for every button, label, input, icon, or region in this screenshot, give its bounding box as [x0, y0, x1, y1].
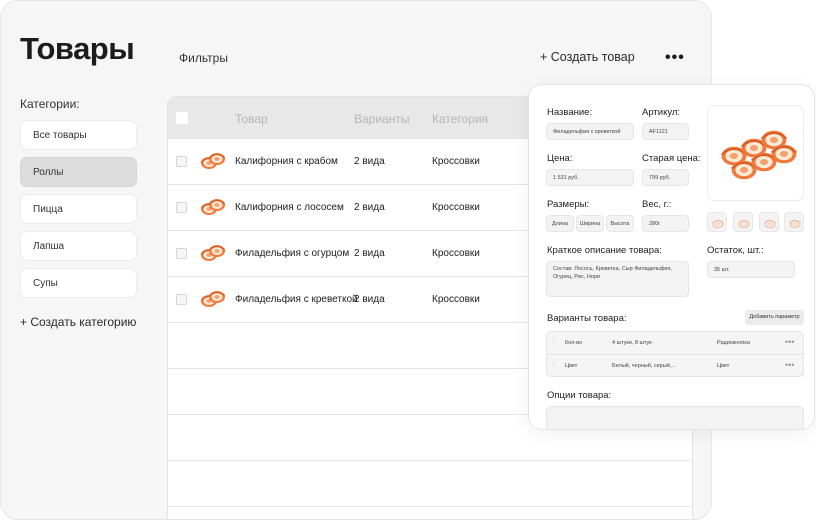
name-field[interactable]: Филадельфия с креветкой	[546, 123, 634, 140]
category-noodles[interactable]: Лапша	[20, 231, 137, 261]
product-category: Кроссовки	[432, 156, 480, 167]
description-field[interactable]: Состав: Лосось, Креветка, Сыр Филадельфи…	[546, 261, 689, 297]
category-rolls[interactable]: Роллы	[20, 157, 137, 187]
old-price-label: Старая цена:	[642, 153, 701, 164]
product-edit-panel: Название: Филадельфия с креветкой Артику…	[528, 84, 815, 430]
product-thumbnail	[201, 198, 225, 216]
stock-label: Остаток, шт.:	[707, 245, 764, 256]
product-thumbnail	[201, 290, 225, 308]
weight-field[interactable]: 280г	[642, 215, 689, 232]
variant-values: Белый, черный, серый,...	[612, 363, 676, 369]
variants-label: Варианты товара:	[547, 313, 627, 324]
photo-thumbnail[interactable]	[784, 212, 804, 232]
row-checkbox[interactable]	[176, 248, 187, 259]
thumbnail-image	[711, 219, 725, 229]
column-product[interactable]: Товар	[235, 112, 268, 126]
categories-heading: Категории:	[20, 97, 80, 111]
variant-row[interactable]: ⁞ Цвет Белый, черный, серый,... Цвет •••	[547, 354, 803, 376]
product-variants: 2 вида	[354, 156, 385, 167]
drag-handle-icon[interactable]: ⁞	[553, 339, 555, 345]
length-field[interactable]: Длина	[546, 215, 574, 232]
product-variants: 2 вида	[354, 248, 385, 259]
photo-thumbnail[interactable]	[707, 212, 727, 232]
thumbnail-image	[763, 219, 777, 229]
empty-table-row	[168, 461, 692, 507]
product-variants: 2 вида	[354, 202, 385, 213]
drag-handle-icon[interactable]: ⁞	[553, 362, 555, 368]
create-category-button[interactable]: + Создать категорию	[20, 315, 136, 329]
thumbnail-image	[737, 219, 751, 229]
page-title: Товары	[20, 31, 135, 66]
more-icon[interactable]: •••	[785, 337, 794, 347]
product-main-photo[interactable]	[707, 105, 804, 201]
product-name: Калифорния с лососем	[235, 202, 344, 213]
create-product-button[interactable]: + Создать товар	[540, 50, 635, 64]
product-thumbnail	[201, 244, 225, 262]
options-field[interactable]	[546, 406, 804, 429]
sku-label: Артикул:	[642, 107, 681, 118]
variant-name: Кол-во	[565, 340, 583, 346]
product-name: Филадельфия с огурцом	[235, 248, 350, 259]
stock-field[interactable]: 35 шт.	[707, 261, 795, 278]
row-checkbox[interactable]	[176, 202, 187, 213]
product-thumbnail	[201, 152, 225, 170]
product-name: Калифорния с крабом	[235, 156, 338, 167]
photo-thumbnail[interactable]	[733, 212, 753, 232]
add-parameter-button[interactable]: Добавить параметр	[745, 310, 804, 325]
variant-values: 4 штуки, 8 штук	[612, 340, 652, 346]
height-field[interactable]: Высота	[606, 215, 634, 232]
variants-list: ⁞ Кол-во 4 штуки, 8 штук Радиокнопка •••…	[546, 331, 804, 377]
more-options-icon[interactable]: •••	[665, 49, 685, 67]
product-variants: 2 вида	[354, 294, 385, 305]
price-label: Цена:	[547, 153, 573, 164]
row-checkbox[interactable]	[176, 156, 187, 167]
options-label: Опции товара:	[547, 390, 612, 401]
variant-type: Радиокнопка	[717, 340, 750, 346]
product-image	[720, 129, 798, 181]
old-price-field[interactable]: 799 руб.	[642, 169, 689, 186]
more-icon[interactable]: •••	[785, 360, 794, 370]
sku-field[interactable]: AF1121	[642, 123, 689, 140]
category-soups[interactable]: Супы	[20, 268, 137, 298]
width-field[interactable]: Ширина	[576, 215, 604, 232]
variant-row[interactable]: ⁞ Кол-во 4 штуки, 8 штук Радиокнопка •••	[547, 332, 803, 354]
row-checkbox[interactable]	[176, 294, 187, 305]
description-label: Краткое описание товара:	[547, 245, 662, 256]
sizes-label: Размеры:	[547, 199, 590, 210]
product-category: Кроссовки	[432, 202, 480, 213]
select-all-checkbox[interactable]	[176, 112, 188, 124]
name-label: Название:	[547, 107, 593, 118]
thumbnail-image	[788, 219, 802, 229]
category-pizza[interactable]: Пицца	[20, 194, 137, 224]
photo-thumbnail[interactable]	[759, 212, 779, 232]
product-name: Филадельфия с креветкой	[235, 294, 358, 305]
weight-label: Вес, г.:	[642, 199, 672, 210]
product-category: Кроссовки	[432, 248, 480, 259]
variant-name: Цвет	[565, 363, 578, 369]
column-variants[interactable]: Варианты	[354, 112, 409, 126]
column-category[interactable]: Категория	[432, 112, 488, 126]
category-all-products[interactable]: Все товары	[20, 120, 137, 150]
product-category: Кроссовки	[432, 294, 480, 305]
price-field[interactable]: 1 531 руб.	[546, 169, 634, 186]
variant-type: Цвет	[717, 363, 730, 369]
filters-button[interactable]: Фильтры	[179, 51, 228, 65]
